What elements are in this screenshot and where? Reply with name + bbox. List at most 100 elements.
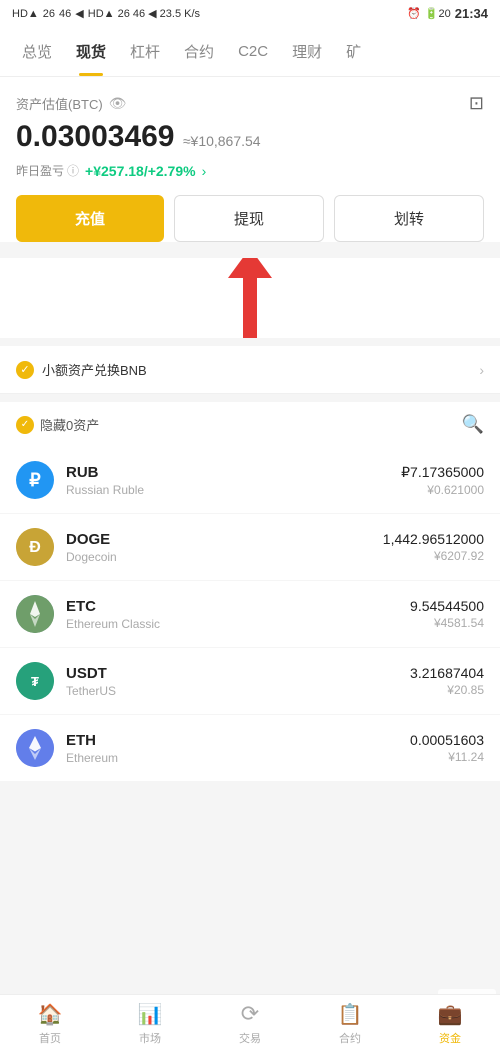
doge-cny: ¥6207.92 (383, 549, 484, 563)
pnl-arrow-icon: › (202, 163, 207, 179)
status-bar: HD▲ 26 46 ◀ HD▲ 26 46 ◀ 23.5 K/s ⏰ 🔋20 2… (0, 0, 500, 27)
etc-amounts: 9.54544500 ¥4581.54 (410, 598, 484, 630)
tab-c2c[interactable]: C2C (226, 29, 280, 74)
tab-leverage[interactable]: 杠杆 (118, 27, 172, 76)
bnb-chevron-icon: › (479, 362, 484, 378)
rub-amounts: ₽7.17365000 ¥0.621000 (401, 464, 484, 497)
btc-value: 0.03003469 ≈¥10,867.54 (16, 120, 484, 154)
main-content: 资产估值(BTC) 👁 ⊡ 0.03003469 ≈¥10,867.54 昨日盈… (0, 77, 500, 242)
hide-assets-row[interactable]: ✓ 隐藏0资产 (16, 415, 99, 434)
battery-icon: 🔋20 (425, 7, 451, 20)
pnl-label: 昨日盈亏 ⓘ (16, 162, 79, 179)
status-left: HD▲ 26 46 ◀ HD▲ 26 46 ◀ 23.5 K/s (12, 7, 200, 20)
svg-text:Ð: Ð (29, 539, 41, 556)
tab-spot[interactable]: 现货 (64, 27, 118, 76)
red-arrow (228, 258, 272, 338)
nav-home[interactable]: 🏠 首页 (0, 1002, 100, 1046)
home-icon: 🏠 (38, 1002, 63, 1027)
nav-tabs: 总览 现货 杠杆 合约 C2C 理财 矿 (0, 27, 500, 77)
scan-icon[interactable]: ⊡ (469, 93, 484, 114)
asset-item-rub[interactable]: ₽ RUB Russian Ruble ₽7.17365000 ¥0.62100… (0, 447, 500, 514)
hide-assets-label: 隐藏0资产 (40, 415, 99, 434)
asset-item-etc[interactable]: ETC Ethereum Classic 9.54544500 ¥4581.54 (0, 581, 500, 648)
asset-item-doge[interactable]: Ð DOGE Dogecoin 1,442.96512000 ¥6207.92 (0, 514, 500, 581)
doge-svg: Ð (16, 528, 54, 566)
svg-text:₮: ₮ (31, 674, 39, 689)
nav-contract[interactable]: 📋 合约 (300, 1002, 400, 1046)
etc-info: ETC Ethereum Classic (66, 598, 410, 631)
eth-info: ETH Ethereum (66, 732, 410, 765)
status-speed: HD▲ 26 46 ◀ 23.5 K/s (88, 7, 200, 20)
page-bottom (0, 782, 500, 852)
etc-amount: 9.54544500 (410, 598, 484, 614)
etc-cny: ¥4581.54 (410, 616, 484, 630)
nav-market[interactable]: 📊 市场 (100, 1002, 200, 1046)
bnb-banner-left: ✓ 小额资产兑换BNB (16, 360, 147, 379)
eth-icon (16, 729, 54, 767)
rub-icon: ₽ (16, 461, 54, 499)
funds-icon: 💼 (438, 1002, 463, 1027)
usdt-amount: 3.21687404 (410, 665, 484, 681)
asset-item-eth[interactable]: ETH Ethereum 0.00051603 ¥11.24 (0, 715, 500, 782)
doge-amounts: 1,442.96512000 ¥6207.92 (383, 531, 484, 563)
withdraw-button[interactable]: 提现 (174, 195, 324, 242)
usdt-cny: ¥20.85 (410, 683, 484, 697)
eye-icon[interactable]: 👁 (109, 95, 127, 112)
usdt-icon: ₮ (16, 662, 54, 700)
tab-finance[interactable]: 理财 (280, 27, 334, 76)
trade-icon: ⟳ (241, 1001, 259, 1027)
nav-home-label: 首页 (39, 1030, 61, 1046)
doge-info: DOGE Dogecoin (66, 531, 383, 564)
pnl-row: 昨日盈亏 ⓘ +¥257.18/+2.79% › (16, 162, 484, 179)
nav-market-label: 市场 (139, 1030, 161, 1046)
usdt-symbol: USDT (66, 665, 410, 682)
transfer-button[interactable]: 划转 (334, 195, 484, 242)
btc-amount: 0.03003469 (16, 120, 175, 153)
asset-title-row: 资产估值(BTC) 👁 ⊡ (16, 93, 484, 114)
asset-list-header: ✓ 隐藏0资产 🔍 (0, 402, 500, 447)
eth-symbol: ETH (66, 732, 410, 749)
action-buttons: 充值 提现 划转 (16, 195, 484, 242)
usdt-info: USDT TetherUS (66, 665, 410, 698)
nav-funds[interactable]: 💼 资金 (400, 1002, 500, 1046)
bnb-banner-text: 小额资产兑换BNB (42, 360, 147, 379)
status-signal: 26 (43, 8, 55, 20)
arrow-head (228, 258, 272, 278)
etc-name: Ethereum Classic (66, 617, 410, 631)
pnl-value: +¥257.18/+2.79% (85, 163, 196, 179)
etc-symbol: ETC (66, 598, 410, 615)
usdt-name: TetherUS (66, 684, 410, 698)
eth-cny: ¥11.24 (410, 750, 484, 764)
asset-title-left: 资产估值(BTC) 👁 (16, 94, 126, 113)
bnb-banner[interactable]: ✓ 小额资产兑换BNB › (0, 346, 500, 394)
nav-trade-label: 交易 (239, 1030, 261, 1046)
nav-funds-label: 资金 (439, 1030, 461, 1046)
doge-icon: Ð (16, 528, 54, 566)
tab-mining[interactable]: 矿 (334, 27, 373, 76)
doge-amount: 1,442.96512000 (383, 531, 484, 547)
divider (0, 338, 500, 346)
usdt-svg: ₮ (16, 662, 54, 700)
hide-check-icon: ✓ (16, 416, 34, 434)
tab-contract[interactable]: 合约 (172, 27, 226, 76)
doge-name: Dogecoin (66, 550, 383, 564)
search-assets-button[interactable]: 🔍 (462, 414, 484, 435)
etc-icon (16, 595, 54, 633)
status-time: 21:34 (455, 6, 488, 21)
eth-amount: 0.00051603 (410, 732, 484, 748)
deposit-button[interactable]: 充值 (16, 195, 164, 242)
eth-svg (16, 729, 54, 767)
asset-item-usdt[interactable]: ₮ USDT TetherUS 3.21687404 ¥20.85 (0, 648, 500, 715)
cny-approx: ≈¥10,867.54 (183, 133, 261, 149)
rub-cny: ¥0.621000 (401, 483, 484, 497)
asset-title-text: 资产估值(BTC) (16, 94, 103, 113)
nav-trade[interactable]: ⟳ 交易 (200, 1001, 300, 1046)
tab-overview[interactable]: 总览 (10, 27, 64, 76)
asset-list: ₽ RUB Russian Ruble ₽7.17365000 ¥0.62100… (0, 447, 500, 782)
status-4g: 46 (59, 8, 71, 20)
status-network: HD▲ (12, 8, 39, 20)
divider-2 (0, 394, 500, 402)
status-right: ⏰ 🔋20 21:34 (407, 6, 488, 21)
rub-info: RUB Russian Ruble (66, 464, 401, 497)
status-wifi: ◀ (75, 7, 83, 20)
